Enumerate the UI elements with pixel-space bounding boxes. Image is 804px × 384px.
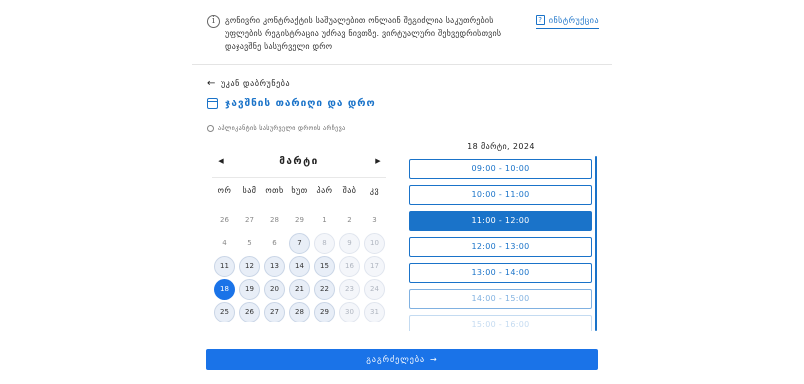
day-cell[interactable]: 19 — [239, 279, 260, 300]
section-title: ჯავშნის თარიღი და დრო — [207, 98, 376, 109]
time-slot[interactable]: 15:00 - 16:00 — [409, 315, 592, 331]
day-grid: 26 27 28 29 1 2 3 4 5 6 7 8 9 10 11 12 13 14 15 16 17 18 19 20 2… — [212, 209, 387, 322]
day-cell: 27 — [245, 216, 254, 224]
day-cell: 26 — [220, 216, 229, 224]
day-cell: 9 — [339, 233, 360, 254]
arrow-right-icon: → — [430, 355, 438, 364]
day-cell: 23 — [339, 279, 360, 300]
info-icon: i — [207, 15, 220, 28]
day-cell: 16 — [339, 256, 360, 277]
continue-button[interactable]: გაგრძელება → — [206, 349, 598, 370]
month-divider — [212, 177, 386, 178]
day-cell: 29 — [295, 216, 304, 224]
day-cell[interactable]: 22 — [314, 279, 335, 300]
slots-date: 18 მარტი, 2024 — [467, 142, 535, 151]
day-cell: 17 — [364, 256, 385, 277]
section-title-text: ჯავშნის თარიღი და დრო — [225, 98, 376, 109]
weekday-label: ხუთ — [291, 186, 308, 195]
day-cell: 24 — [364, 279, 385, 300]
day-cell: 28 — [270, 216, 279, 224]
time-slot[interactable]: 10:00 - 11:00 — [409, 185, 592, 205]
time-slot-selected[interactable]: 11:00 - 12:00 — [409, 211, 592, 231]
day-cell: 30 — [339, 302, 360, 322]
time-slot[interactable]: 09:00 - 10:00 — [409, 159, 592, 179]
divider — [192, 64, 612, 65]
calendar-icon — [207, 98, 218, 109]
weekday-header: ორ სამ ოთხ ხუთ პარ შაბ კვ — [212, 186, 387, 195]
instructions-label: ინსტრუქცია — [548, 15, 599, 25]
instructions-link[interactable]: ? ინსტრუქცია — [535, 13, 599, 29]
day-selected[interactable]: 18 — [214, 279, 235, 300]
day-cell: 6 — [272, 239, 277, 247]
back-link[interactable]: ← უკან დაბრუნება — [207, 78, 290, 89]
timezone-note: აპლიკანტის სასურველი დროის არჩევა — [207, 125, 346, 132]
day-cell[interactable]: 11 — [214, 256, 235, 277]
weekday-label: კვ — [369, 186, 380, 195]
day-cell[interactable]: 26 — [239, 302, 260, 322]
day-cell[interactable]: 27 — [264, 302, 285, 322]
arrow-left-icon: ← — [207, 78, 216, 89]
notice-text: გონივრი კონტრაქტის საშუალებით ონლაინ შეგ… — [225, 16, 502, 51]
day-cell: 5 — [247, 239, 252, 247]
day-cell[interactable]: 15 — [314, 256, 335, 277]
day-cell: 3 — [372, 216, 377, 224]
date-picker: ◀ მარტი ▶ ორ სამ ოთხ ხუთ პარ შაბ კვ 26 27 28 29 1 2… — [207, 150, 391, 322]
weekday-label: ოთხ — [265, 186, 284, 195]
month-name: მარტი — [279, 156, 319, 167]
day-cell: 2 — [347, 216, 352, 224]
day-cell[interactable]: 21 — [289, 279, 310, 300]
day-cell[interactable]: 29 — [314, 302, 335, 322]
info-notice: i გონივრი კონტრაქტის საშუალებით ონლაინ შ… — [207, 10, 599, 62]
weekday-label: პარ — [316, 186, 333, 195]
day-cell[interactable]: 25 — [214, 302, 235, 322]
day-cell[interactable]: 7 — [289, 233, 310, 254]
day-cell[interactable]: 12 — [239, 256, 260, 277]
weekday-label: ორ — [217, 186, 232, 195]
weekday-label: სამ — [242, 186, 257, 195]
day-cell[interactable]: 28 — [289, 302, 310, 322]
day-cell: 8 — [314, 233, 335, 254]
clock-icon — [207, 125, 214, 132]
day-cell: 31 — [364, 302, 385, 322]
time-slot[interactable]: 14:00 - 15:00 — [409, 289, 592, 309]
time-slot[interactable]: 13:00 - 14:00 — [409, 263, 592, 283]
day-cell: 1 — [322, 216, 327, 224]
timezone-note-text: აპლიკანტის სასურველი დროის არჩევა — [218, 125, 346, 132]
next-month-button[interactable]: ▶ — [371, 154, 385, 168]
weekday-label: შაბ — [342, 186, 357, 195]
day-cell: 4 — [222, 239, 227, 247]
time-slot[interactable]: 12:00 - 13:00 — [409, 237, 592, 257]
day-cell: 10 — [364, 233, 385, 254]
day-cell[interactable]: 20 — [264, 279, 285, 300]
day-cell[interactable]: 13 — [264, 256, 285, 277]
back-label: უკან დაბრუნება — [220, 79, 291, 88]
continue-label: გაგრძელება — [366, 355, 426, 364]
time-slot-list: 09:00 - 10:00 10:00 - 11:00 11:00 - 12:00 1… — [409, 159, 592, 331]
question-icon: ? — [535, 15, 545, 25]
month-header: ◀ მარტი ▶ — [207, 150, 391, 172]
slot-scrollbar[interactable] — [595, 156, 597, 331]
day-cell[interactable]: 14 — [289, 256, 310, 277]
